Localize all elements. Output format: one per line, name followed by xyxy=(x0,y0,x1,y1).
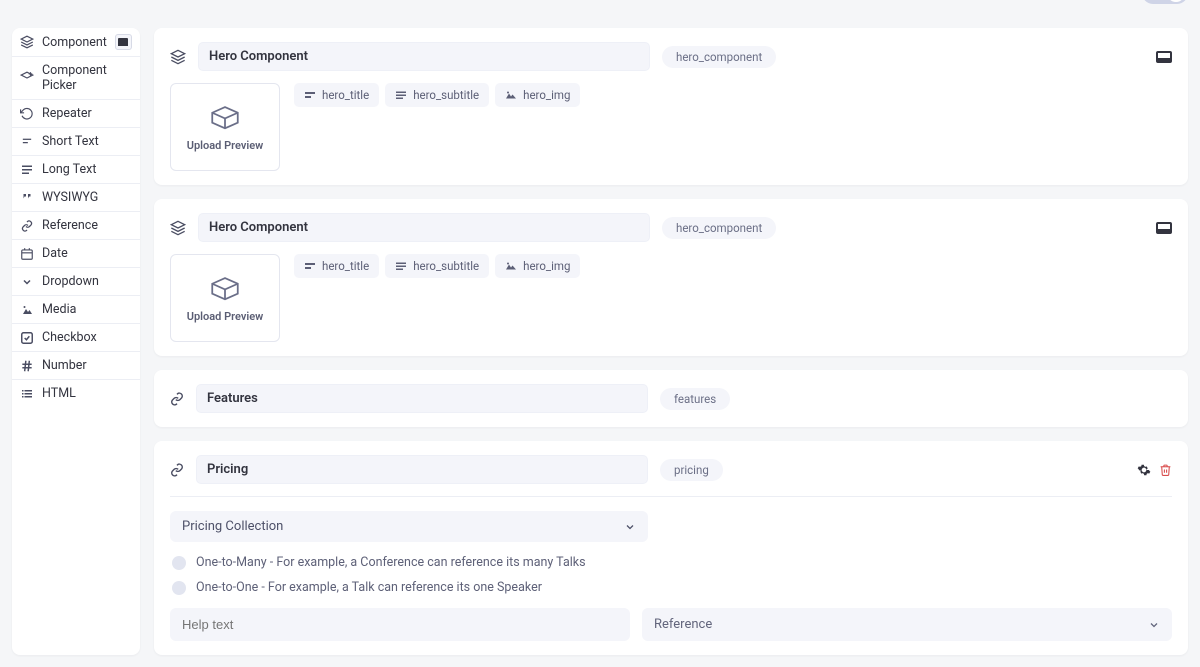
sidebar-label: Number xyxy=(42,358,87,373)
sidebar-label: Dropdown xyxy=(42,274,99,289)
features-panel: features xyxy=(154,370,1188,427)
sidebar-item-date[interactable]: Date xyxy=(12,240,140,268)
main-column: hero_component Upload Preview hero_title xyxy=(154,28,1188,655)
radio-icon xyxy=(172,581,186,595)
features-title-input[interactable] xyxy=(196,384,648,413)
link-icon xyxy=(170,463,184,477)
option-one-to-one[interactable]: One-to-One - For example, a Talk can ref… xyxy=(170,575,1172,600)
sidebar-item-short-text[interactable]: Short Text xyxy=(12,128,140,156)
link-icon xyxy=(20,219,34,233)
field-pill-hero-subtitle[interactable]: hero_subtitle xyxy=(385,83,489,107)
sidebar-item-dropdown[interactable]: Dropdown xyxy=(12,268,140,296)
image-icon xyxy=(505,90,517,100)
hash-icon xyxy=(20,359,34,373)
upload-label: Upload Preview xyxy=(187,310,264,323)
api-id-tag: hero_component xyxy=(662,217,776,239)
sidebar-item-media[interactable]: Media xyxy=(12,296,140,324)
sidebar-label: Date xyxy=(42,246,68,261)
layers-icon xyxy=(20,35,34,49)
hero-title-input[interactable] xyxy=(198,42,650,71)
sidebar-item-wysiwyg[interactable]: WYSIWYG xyxy=(12,184,140,212)
list-icon xyxy=(20,387,34,401)
sidebar-label: Short Text xyxy=(42,134,99,149)
field-pill-hero-title[interactable]: hero_title xyxy=(294,83,379,107)
hero-title-input[interactable] xyxy=(198,213,650,242)
toggle-knob xyxy=(1167,0,1185,2)
layers-add-icon xyxy=(20,71,34,85)
upload-preview-box[interactable]: Upload Preview xyxy=(170,83,280,171)
sidebar-label: HTML xyxy=(42,386,76,401)
sidebar-item-repeater[interactable]: Repeater xyxy=(12,100,140,128)
block-icon[interactable] xyxy=(1156,222,1172,234)
api-id-tag: features xyxy=(660,388,730,410)
image-icon xyxy=(20,303,34,317)
package-icon xyxy=(208,274,242,302)
publish-toggle[interactable] xyxy=(1142,0,1188,4)
sidebar-label: WYSIWYG xyxy=(42,190,98,205)
field-types-sidebar: Component Component Picker Repeater Shor… xyxy=(12,28,140,655)
layers-icon xyxy=(170,220,186,236)
image-icon xyxy=(505,261,517,271)
sidebar-label: Reference xyxy=(42,218,98,233)
upload-preview-box[interactable]: Upload Preview xyxy=(170,254,280,342)
hero-panel-2: hero_component Upload Preview hero_title xyxy=(154,199,1188,356)
pricing-title-input[interactable] xyxy=(196,455,648,484)
package-icon xyxy=(208,103,242,131)
field-pill-hero-img[interactable]: hero_img xyxy=(495,254,580,278)
long-text-icon xyxy=(395,90,407,100)
chevron-down-icon xyxy=(20,275,34,289)
reference-type-label: Reference xyxy=(654,617,712,632)
pricing-body: Pricing Collection One-to-Many - For exa… xyxy=(170,496,1172,641)
quote-icon xyxy=(20,191,34,205)
calendar-icon xyxy=(20,247,34,261)
sidebar-label: Long Text xyxy=(42,162,96,177)
help-text-input[interactable] xyxy=(170,608,630,641)
pricing-panel: pricing Pricing Collection One-to-Many -… xyxy=(154,441,1188,655)
sidebar-item-checkbox[interactable]: Checkbox xyxy=(12,324,140,352)
api-id-tag: pricing xyxy=(660,459,723,481)
sidebar-item-reference[interactable]: Reference xyxy=(12,212,140,240)
short-text-icon xyxy=(20,135,34,149)
field-pill-hero-title[interactable]: hero_title xyxy=(294,254,379,278)
layout: Component Component Picker Repeater Shor… xyxy=(0,10,1200,667)
layers-icon xyxy=(170,49,186,65)
sidebar-label: Component xyxy=(42,35,107,50)
chevron-down-icon xyxy=(1148,619,1160,631)
link-icon xyxy=(170,392,184,406)
checkbox-icon xyxy=(20,331,34,345)
sidebar-item-long-text[interactable]: Long Text xyxy=(12,156,140,184)
option-one-to-many[interactable]: One-to-Many - For example, a Conference … xyxy=(170,550,1172,575)
gear-icon[interactable] xyxy=(1137,463,1151,477)
long-text-icon xyxy=(20,163,34,177)
chevron-down-icon xyxy=(624,521,636,533)
sidebar-label: Repeater xyxy=(42,106,92,121)
repeat-icon xyxy=(20,107,34,121)
api-id-tag: hero_component xyxy=(662,46,776,68)
hero-fields-row: hero_title hero_subtitle hero_img xyxy=(294,83,580,171)
collection-select[interactable]: Pricing Collection xyxy=(170,511,648,542)
component-block-icon xyxy=(115,34,132,50)
field-pill-hero-img[interactable]: hero_img xyxy=(495,83,580,107)
block-icon[interactable] xyxy=(1156,51,1172,63)
upload-label: Upload Preview xyxy=(187,139,264,152)
topbar: Page Configuration xyxy=(0,0,1200,10)
sidebar-item-component[interactable]: Component xyxy=(12,28,140,57)
radio-icon xyxy=(172,556,186,570)
short-text-icon xyxy=(304,261,316,271)
short-text-icon xyxy=(304,90,316,100)
hero-fields-row: hero_title hero_subtitle hero_img xyxy=(294,254,580,342)
collection-select-label: Pricing Collection xyxy=(182,519,283,534)
hero-panel-1: hero_component Upload Preview hero_title xyxy=(154,28,1188,185)
sidebar-item-component-picker[interactable]: Component Picker xyxy=(12,57,140,100)
sidebar-label: Checkbox xyxy=(42,330,97,345)
field-pill-hero-subtitle[interactable]: hero_subtitle xyxy=(385,254,489,278)
sidebar-label: Media xyxy=(42,302,76,317)
long-text-icon xyxy=(395,261,407,271)
trash-icon[interactable] xyxy=(1159,463,1172,477)
reference-type-select[interactable]: Reference xyxy=(642,608,1172,641)
sidebar-item-number[interactable]: Number xyxy=(12,352,140,380)
topbar-actions xyxy=(1048,0,1188,4)
sidebar-item-html[interactable]: HTML xyxy=(12,380,140,407)
sidebar-label: Component Picker xyxy=(42,63,132,93)
